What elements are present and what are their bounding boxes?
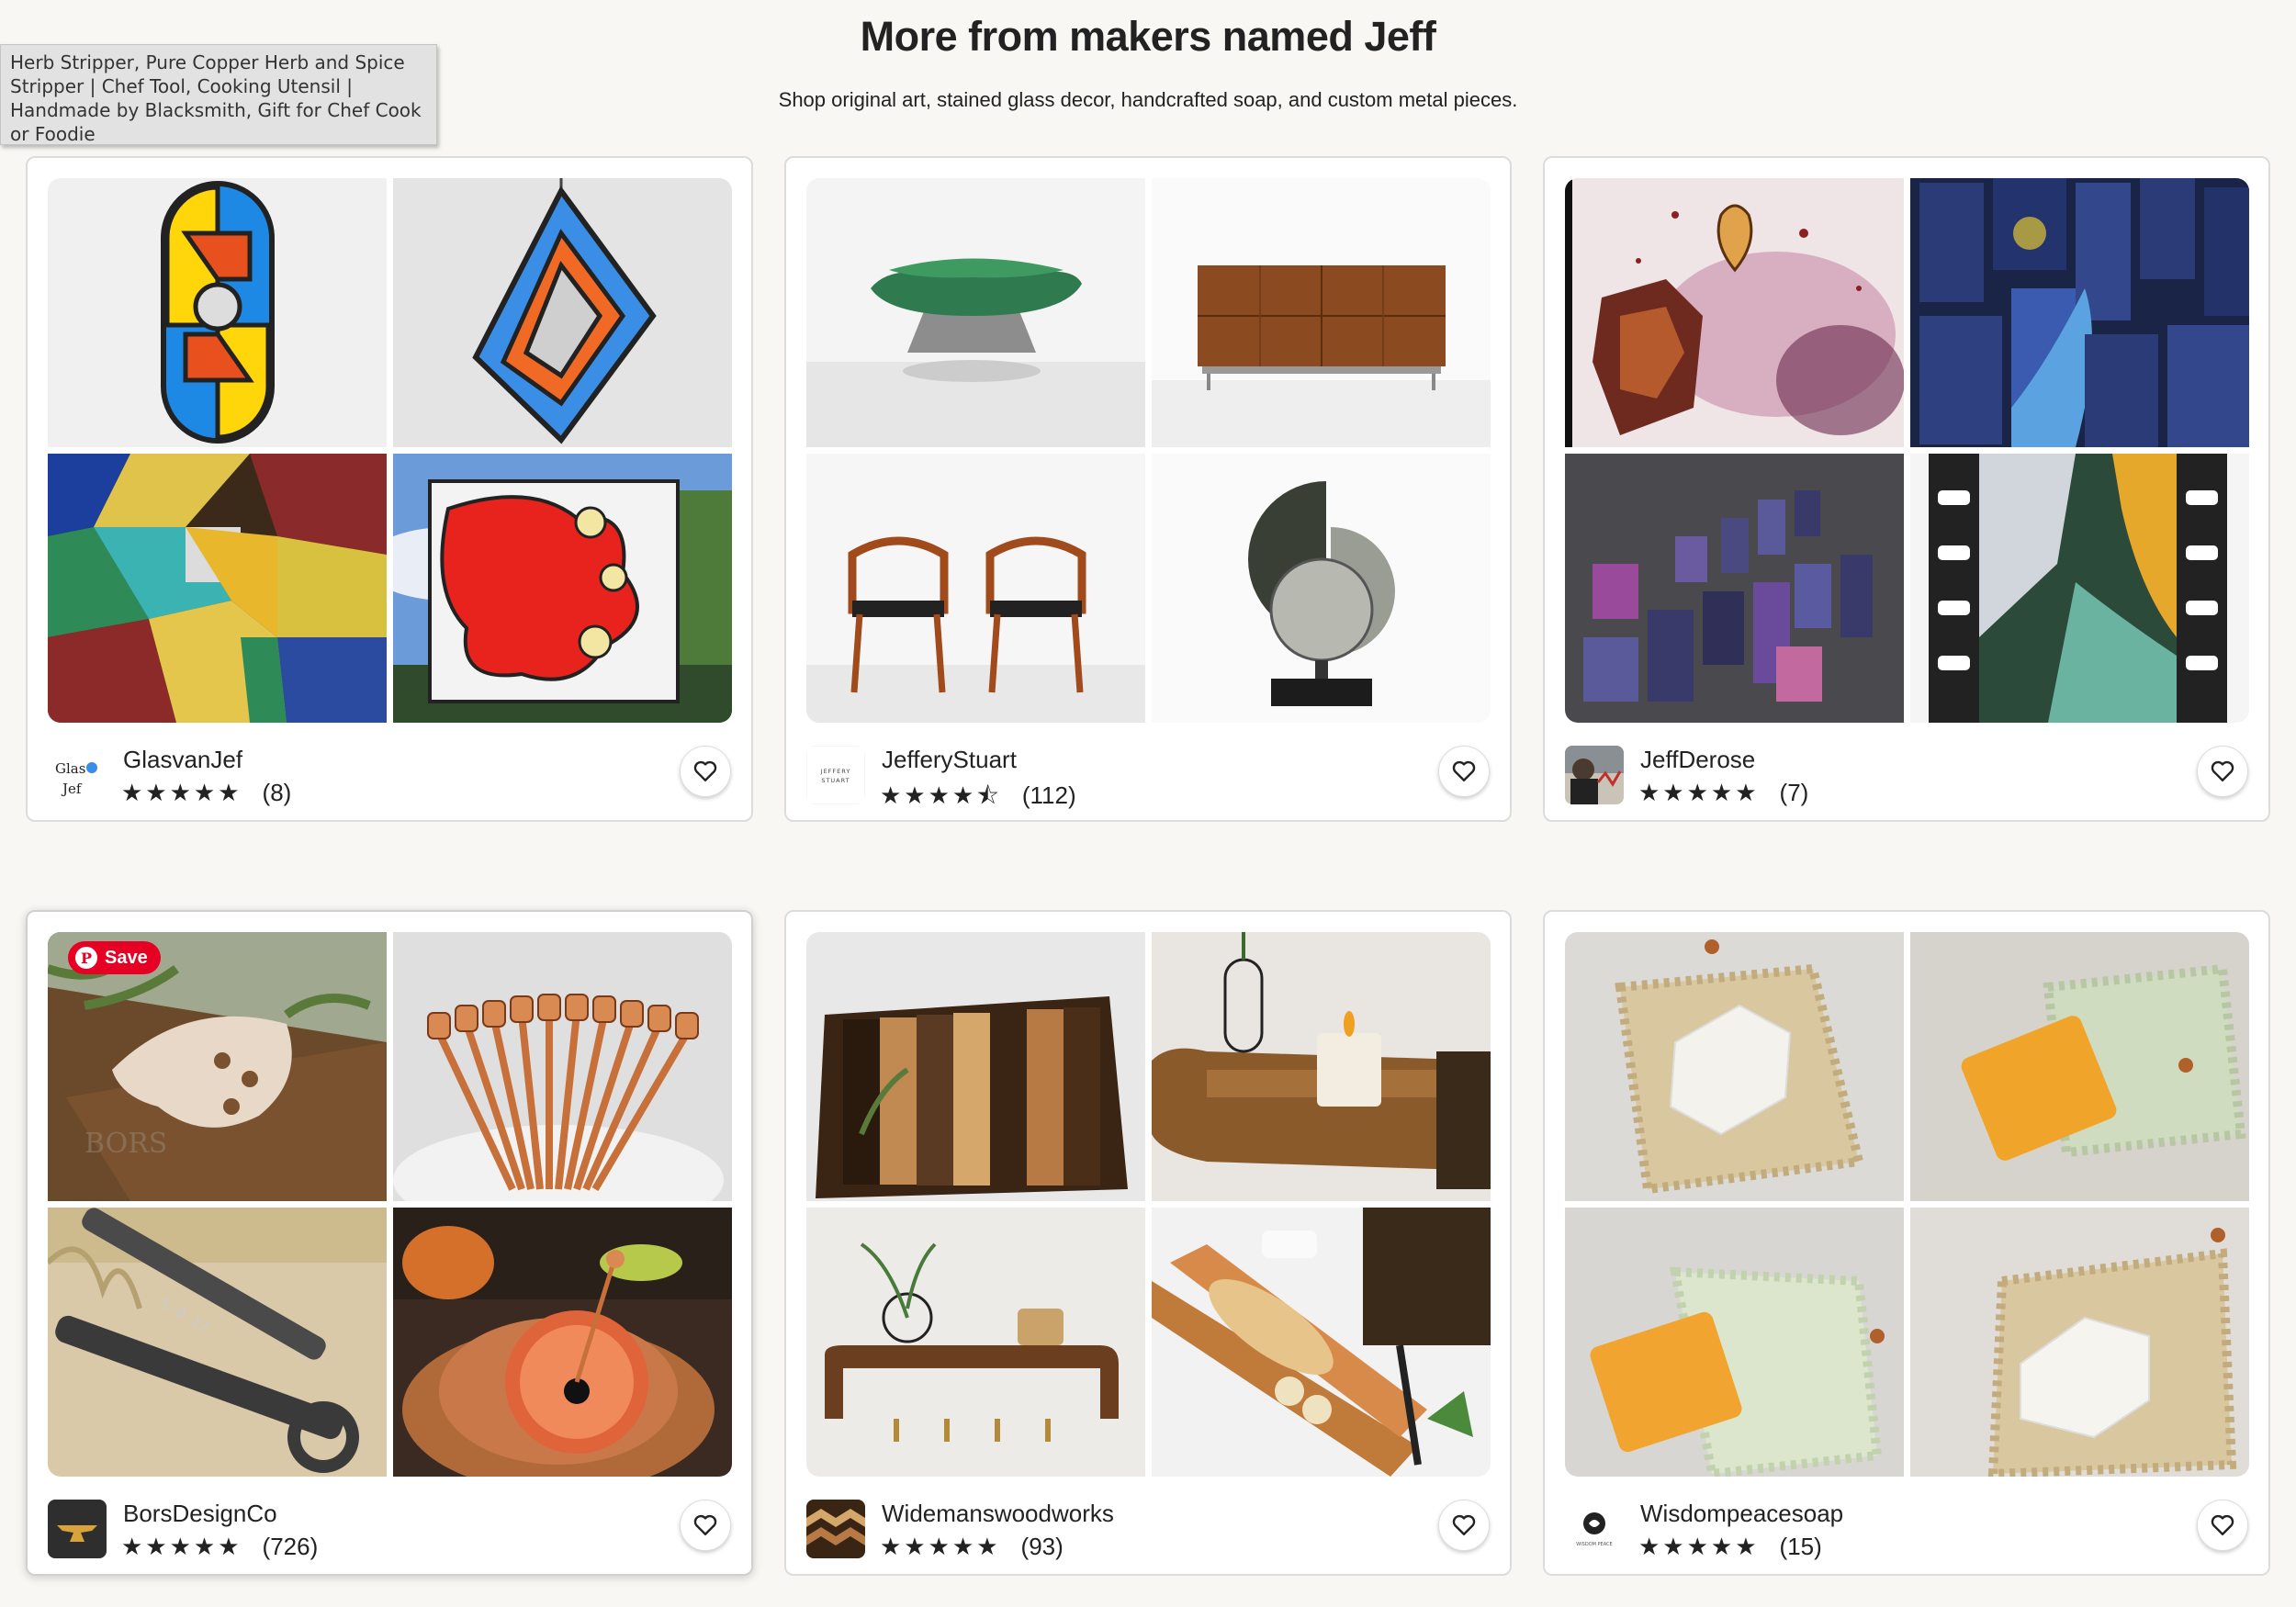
shop-rating: ★★★★★ (8) [121, 779, 291, 807]
shop-rating: ★★★★★ (726) [121, 1533, 318, 1561]
review-count: (7) [1779, 779, 1809, 806]
heart-icon [693, 760, 717, 781]
listing-image[interactable] [806, 1208, 1145, 1477]
listing-image[interactable] [1565, 178, 1904, 447]
favorite-button[interactable] [1438, 1500, 1490, 1551]
avatar[interactable]: Glas Jef [48, 746, 107, 804]
review-count: (8) [262, 779, 292, 806]
avatar[interactable] [806, 1500, 865, 1558]
listing-image[interactable] [1152, 1208, 1491, 1477]
shop-rating: ★★★★⯪ (112) [880, 779, 1076, 819]
favorite-button[interactable] [2197, 1500, 2248, 1551]
listing-image[interactable] [1152, 454, 1491, 723]
review-count: (15) [1779, 1533, 1822, 1560]
svg-text:WISDOM PEACE: WISDOM PEACE [1576, 1542, 1612, 1547]
heart-icon [1452, 760, 1476, 781]
listing-image[interactable] [1910, 932, 2249, 1201]
listing-image[interactable] [1152, 932, 1491, 1201]
review-count: (93) [1020, 1533, 1064, 1560]
shop-rating: ★★★★★ (7) [1638, 779, 1808, 807]
heart-icon [2211, 760, 2234, 781]
pinterest-icon: P [75, 947, 97, 969]
listing-image[interactable] [393, 454, 732, 723]
listing-image[interactable] [1565, 932, 1904, 1201]
shop-card-glasvanjef[interactable]: Glas Jef GlasvanJef ★★★★★ (8) [26, 156, 753, 822]
shop-name[interactable]: Wisdompeacesoap [1640, 1500, 1843, 1528]
shop-name[interactable]: JefferyStuart [882, 746, 1017, 774]
review-count: (726) [262, 1533, 319, 1560]
shop-name[interactable]: Widemanswoodworks [882, 1500, 1114, 1528]
listing-image[interactable] [806, 178, 1145, 447]
star-rating: ★★★★★ [1638, 1533, 1760, 1560]
listing-image[interactable] [1565, 454, 1904, 723]
shop-card-jefferystuart[interactable]: JEFFERY STUART JefferyStuart ★★★★⯪ (112) [784, 156, 1512, 822]
star-rating: ★★★★★ [121, 779, 242, 806]
avatar[interactable] [48, 1500, 107, 1558]
listing-tooltip: Herb Stripper, Pure Copper Herb and Spic… [0, 44, 437, 145]
save-label: Save [105, 947, 148, 968]
review-count: (112) [1021, 781, 1076, 809]
favorite-button[interactable] [680, 746, 731, 797]
svg-text:Jef: Jef [61, 781, 83, 797]
listing-image[interactable] [1910, 1208, 2249, 1477]
avatar[interactable] [1565, 746, 1624, 804]
svg-text:JEFFERY: JEFFERY [820, 768, 851, 775]
avatar[interactable]: WISDOM PEACE [1565, 1500, 1624, 1558]
svg-text:STUART: STUART [821, 777, 850, 784]
listing-image[interactable] [806, 454, 1145, 723]
shop-card-jeffderose[interactable]: JeffDerose ★★★★★ (7) [1543, 156, 2270, 822]
shop-card-borsdesignco[interactable]: P Save BORS 5·8·17 BorsDesignCo ★★★★★ (7… [26, 910, 753, 1576]
listing-image[interactable] [806, 932, 1145, 1201]
favorite-button[interactable] [680, 1500, 731, 1551]
shop-card-wisdompeacesoap[interactable]: WISDOM PEACE Wisdompeacesoap ★★★★★ (15) [1543, 910, 2270, 1576]
listing-image[interactable] [1152, 178, 1491, 447]
svg-text:Glas: Glas [55, 760, 85, 777]
shop-rating: ★★★★★ (93) [880, 1533, 1064, 1561]
listing-image[interactable] [48, 178, 387, 447]
listing-image[interactable] [1565, 1208, 1904, 1477]
shop-name[interactable]: JeffDerose [1640, 746, 1755, 774]
listing-image[interactable] [1910, 454, 2249, 723]
listing-image[interactable] [1910, 178, 2249, 447]
listing-image[interactable]: 5·8·17 [48, 1208, 387, 1477]
heart-icon [1452, 1514, 1476, 1535]
listing-image[interactable] [393, 178, 732, 447]
shop-card-widemanswoodworks[interactable]: Widemanswoodworks ★★★★★ (93) [784, 910, 1512, 1576]
svg-text:BORS: BORS [84, 1128, 167, 1160]
listing-image[interactable] [393, 1208, 732, 1477]
heart-icon [2211, 1514, 2234, 1535]
star-rating: ★★★★★ [121, 1533, 242, 1560]
listing-image[interactable] [393, 932, 732, 1201]
listing-image[interactable] [48, 454, 387, 723]
favorite-button[interactable] [1438, 746, 1490, 797]
star-rating: ★★★★⯪ [880, 781, 1002, 809]
favorite-button[interactable] [2197, 746, 2248, 797]
shop-name[interactable]: BorsDesignCo [123, 1500, 277, 1528]
star-rating: ★★★★★ [1638, 779, 1760, 806]
heart-icon [693, 1514, 717, 1535]
avatar[interactable]: JEFFERY STUART [806, 746, 865, 804]
pinterest-save-button[interactable]: P Save [68, 941, 161, 974]
shop-name[interactable]: GlasvanJef [123, 746, 242, 774]
shop-rating: ★★★★★ (15) [1638, 1533, 1822, 1561]
star-rating: ★★★★★ [880, 1533, 1001, 1560]
